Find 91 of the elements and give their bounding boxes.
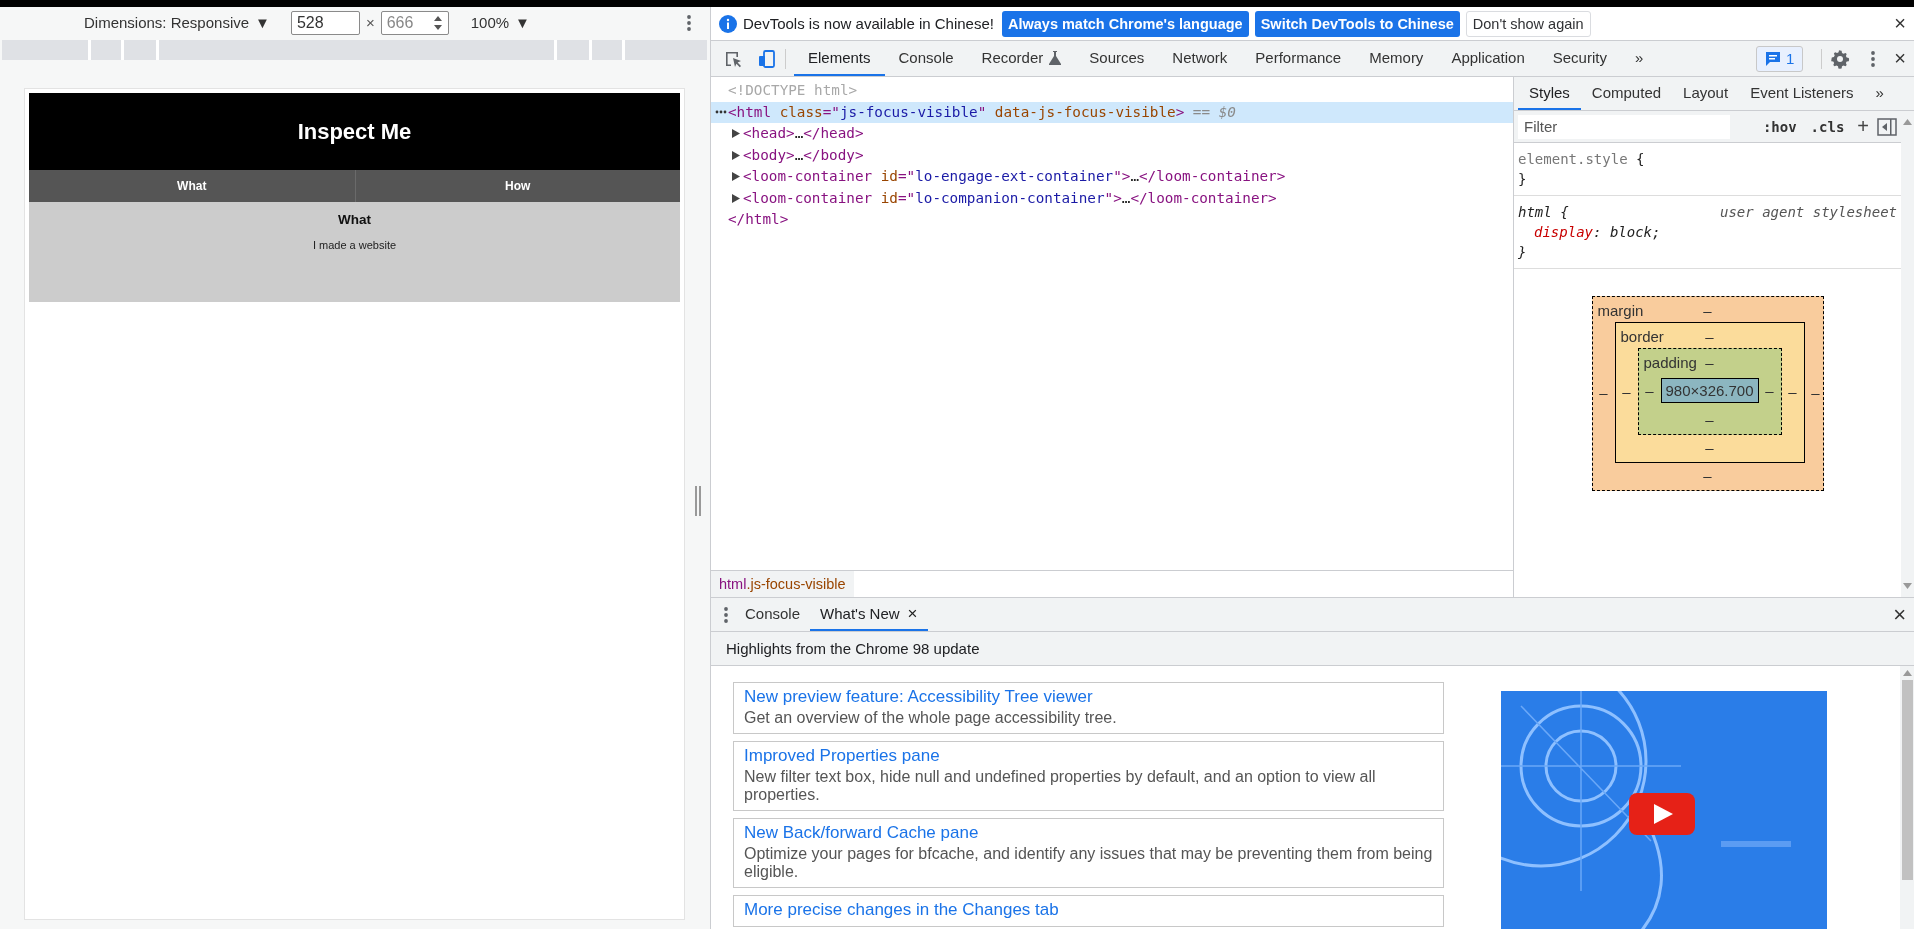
more-tabs-button[interactable]: » [1620, 41, 1658, 76]
expand-triangle-icon[interactable] [732, 193, 740, 203]
dom-node[interactable]: <loom-container id="lo-engage-ext-container">…</loom-container> [743, 166, 1286, 188]
rule-close-brace: } [1518, 171, 1527, 187]
box-value: – [1764, 382, 1775, 399]
expand-triangle-icon[interactable] [732, 129, 740, 139]
close-infobar-button[interactable]: × [1886, 12, 1914, 35]
close-drawer-button[interactable]: × [1885, 601, 1914, 628]
language-button[interactable]: Switch DevTools to Chinese [1254, 10, 1460, 37]
page-title: Inspect Me [29, 93, 680, 170]
rule-close-brace: } [1518, 244, 1527, 260]
panel-tab[interactable]: Application [1437, 41, 1539, 76]
scroll-up-icon[interactable] [1903, 119, 1912, 125]
menu-icon[interactable] [1870, 49, 1877, 68]
panel-tab[interactable]: Recorder [967, 41, 1076, 76]
flask-icon [1049, 50, 1062, 65]
times-sign: × [365, 14, 375, 31]
rule-selector: element.style { [1518, 150, 1645, 169]
box-value: – [1644, 382, 1655, 399]
height-field[interactable]: 666 [380, 10, 449, 35]
dom-node[interactable]: <body>…</body> [743, 144, 864, 166]
filter-field[interactable]: Filter [1518, 114, 1730, 139]
zoom-dropdown[interactable]: 100% ▼ [466, 12, 534, 33]
rule-selector: html { [1518, 203, 1569, 222]
drawer-menu-icon[interactable] [723, 605, 729, 624]
sidebar-tab[interactable]: Event Listeners [1739, 77, 1865, 110]
box-value: – [1705, 328, 1714, 345]
hover-state-button[interactable]: :hov [1757, 116, 1802, 137]
panel-tab[interactable]: Console [884, 41, 968, 76]
panel-tab[interactable]: Network [1158, 41, 1242, 76]
dismiss-button[interactable]: Don't show again [1465, 10, 1591, 37]
css-declaration: display: block; [1534, 224, 1661, 240]
scroll-down-icon[interactable] [1903, 583, 1912, 589]
sidebar-toggle-icon[interactable] [1877, 117, 1897, 136]
issues-badge[interactable]: 1 [1755, 45, 1804, 72]
feature-link[interactable]: New preview feature: Accessibility Tree viewer [744, 687, 1433, 707]
more-tabs-button[interactable]: » [1864, 77, 1895, 110]
sidebar-tab[interactable]: Layout [1672, 77, 1740, 110]
box-model-content: 980×326.700 [1660, 378, 1759, 403]
panel-tab[interactable]: Sources [1075, 41, 1159, 76]
panel-tab[interactable]: Memory [1355, 41, 1438, 76]
chat-icon [1764, 50, 1781, 67]
feature-link[interactable]: More precise changes in the Changes tab [744, 900, 1433, 920]
new-rule-button[interactable]: + [1853, 115, 1873, 138]
infobar-message: DevTools is now available in Chinese! [743, 15, 994, 32]
feature-link[interactable]: New Back/forward Cache pane [744, 823, 1433, 843]
expand-triangle-icon[interactable] [732, 150, 740, 160]
width-field[interactable]: 528 [290, 10, 360, 35]
box-value: – [1621, 383, 1632, 400]
panel-tab[interactable]: Security [1538, 41, 1621, 76]
scrollbar-thumb[interactable] [1901, 680, 1913, 880]
box-value: – [1703, 302, 1712, 319]
box-label: padding [1643, 354, 1698, 371]
dom-node[interactable]: </html> [728, 209, 789, 231]
drawer-tab[interactable]: Console [735, 598, 811, 631]
breadcrumb-item[interactable]: html.js-focus-visible [711, 571, 854, 597]
box-value: – [1810, 384, 1821, 401]
info-icon [719, 14, 737, 33]
highlights-heading: Highlights from the Chrome 98 update [726, 640, 980, 657]
dots-icon[interactable] [715, 110, 727, 115]
dom-node[interactable]: <head>…</head> [743, 123, 864, 145]
more-options-icon[interactable] [686, 13, 692, 32]
box-value: – [1705, 439, 1714, 456]
feature-description: Optimize your pages for bfcache, and identify any issues that may be preventing them from being eligible. [744, 845, 1433, 881]
close-devtools-button[interactable]: × [1886, 47, 1914, 70]
scroll-up-icon[interactable] [1902, 670, 1912, 676]
device-icon[interactable] [757, 48, 777, 69]
settings-icon[interactable] [1830, 48, 1851, 69]
resize-handle-icon[interactable] [693, 486, 702, 516]
box-label: border [1620, 328, 1665, 345]
section-text: I made a website [312, 239, 397, 251]
expand-triangle-icon[interactable] [732, 172, 740, 182]
feature-description: New filter text box, hide null and undefined properties by default, and an option to view all properties. [744, 768, 1377, 804]
close-tab-button[interactable]: × [907, 603, 918, 624]
rule-source: user agent stylesheet [1720, 203, 1897, 222]
section-heading: What [338, 212, 371, 227]
panel-tab[interactable]: Performance [1241, 41, 1356, 76]
box-value: – [1703, 467, 1712, 484]
feature-link[interactable]: Improved Properties pane [744, 746, 1433, 766]
dom-node[interactable]: <loom-container id="lo-companion-container">…</loom-container> [743, 187, 1277, 209]
box-label: margin [1597, 302, 1645, 319]
box-value: – [1705, 354, 1714, 371]
spin-button-icon[interactable] [432, 14, 443, 31]
box-value: – [1705, 411, 1714, 428]
class-button[interactable]: .cls [1805, 116, 1850, 137]
dimensions-dropdown[interactable]: Dimensions: Responsive ▼ [80, 12, 274, 33]
box-value: – [1787, 383, 1798, 400]
language-button[interactable]: Always match Chrome's language [1001, 10, 1249, 37]
feature-description: Get an overview of the whole page accessibility tree. [744, 709, 1118, 727]
box-value: – [1598, 384, 1609, 401]
sidebar-tab[interactable]: Computed [1580, 77, 1673, 110]
